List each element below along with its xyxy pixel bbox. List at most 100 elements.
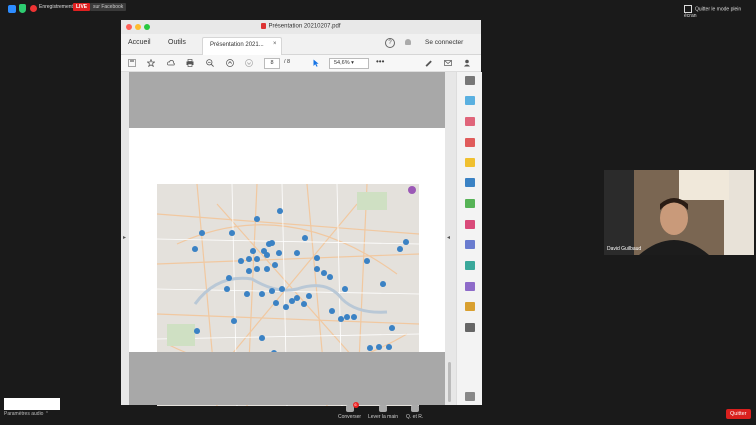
page-gray-band-top — [129, 72, 445, 128]
sign-in-button[interactable]: Se connecter — [425, 39, 463, 46]
create-pdf-icon[interactable] — [465, 117, 475, 126]
page-gray-band-bottom — [129, 352, 445, 405]
audio-settings-label[interactable]: Paramètres audio ⌃ — [4, 411, 49, 417]
map-pin-icon — [244, 291, 250, 297]
security-shield-icon[interactable] — [19, 4, 26, 13]
collapse-left-panel-icon[interactable]: ▸ — [123, 234, 126, 241]
zoom-info-icon[interactable] — [8, 5, 16, 13]
map-pin-icon — [321, 270, 327, 276]
sign-icon[interactable] — [425, 59, 433, 67]
bookmark-star-icon[interactable] — [147, 59, 155, 67]
edit-pdf-icon[interactable] — [465, 138, 475, 147]
map-pin-icon — [273, 300, 279, 306]
map-pin-icon — [264, 252, 270, 258]
map-pin-icon — [367, 345, 373, 351]
raise-hand-button[interactable]: Lever la main — [368, 405, 398, 420]
quit-button[interactable]: Quitter — [726, 409, 751, 419]
help-icon[interactable]: ? — [385, 38, 395, 48]
protect-icon[interactable] — [465, 240, 475, 249]
export-pdf-icon[interactable] — [465, 96, 475, 105]
collapse-right-panel-icon[interactable]: ◂ — [447, 234, 450, 241]
map-pin-icon — [250, 248, 256, 254]
map-pin-icon — [338, 316, 344, 322]
map-pin-icon — [386, 344, 392, 350]
zoom-out-icon[interactable] — [206, 59, 214, 67]
window-title: Présentation 20210207.pdf — [121, 23, 481, 30]
live-badge[interactable]: LIVE — [73, 3, 91, 11]
zoom-top-bar: Enregistrement LIVE sur Facebook Quitter… — [0, 0, 756, 21]
qa-icon — [410, 405, 419, 412]
comment-icon[interactable] — [465, 158, 475, 167]
map-pin-icon — [314, 255, 320, 261]
document-area[interactable]: ▸ ◂ — [121, 72, 456, 406]
map-pin-icon — [272, 262, 278, 268]
map-pin-icon — [231, 318, 237, 324]
map-pin-icon — [380, 281, 386, 287]
tab-document[interactable]: Présentation 2021... × — [202, 37, 282, 55]
recording-label[interactable]: Enregistrement — [39, 4, 73, 10]
chat-label: Converser — [338, 414, 362, 420]
map-pin-icon — [226, 275, 232, 281]
map-pin-icon — [192, 246, 198, 252]
tab-tools[interactable]: Outils — [168, 39, 186, 46]
fill-sign-icon[interactable] — [465, 220, 475, 229]
tab-bar: Accueil Outils Présentation 2021... × ? … — [121, 34, 481, 55]
pdf-file-icon — [261, 23, 267, 29]
webcam-person-image — [604, 170, 754, 255]
organize-pages-icon[interactable] — [465, 199, 475, 208]
map-pin-icon — [224, 286, 230, 292]
more-tools-wrench-icon[interactable] — [465, 323, 475, 332]
more-tools-icon[interactable]: ••• — [376, 57, 384, 66]
map-pin-icon — [351, 314, 357, 320]
window-title-text: Présentation 20210207.pdf — [268, 23, 341, 30]
send-for-comments-icon[interactable] — [465, 302, 475, 311]
collapse-panel-icon[interactable] — [465, 392, 475, 401]
map-pin-icon — [301, 301, 307, 307]
chat-badge: 6 — [352, 402, 359, 408]
map-pin-icon — [277, 208, 283, 214]
chat-icon: 6 — [345, 402, 359, 412]
self-view-controls[interactable] — [4, 398, 60, 410]
select-cursor-icon[interactable] — [312, 59, 320, 67]
save-icon[interactable] — [128, 59, 136, 67]
page-number-input[interactable]: 8 — [264, 58, 280, 69]
email-icon[interactable] — [444, 59, 452, 67]
previous-page-icon[interactable] — [226, 59, 234, 67]
tab-home[interactable]: Accueil — [128, 39, 151, 46]
map-pin-icon — [403, 239, 409, 245]
recording-icon — [30, 5, 37, 12]
add-user-icon[interactable] — [464, 59, 472, 67]
right-tools-panel — [456, 72, 482, 405]
map-pin-icon — [246, 268, 252, 274]
acrobat-window: Présentation 20210207.pdf Accueil Outils… — [121, 20, 482, 406]
print-icon[interactable] — [186, 59, 194, 67]
close-tab-icon[interactable]: × — [273, 41, 277, 47]
map-pin-icon — [246, 256, 252, 262]
exit-fullscreen-button[interactable]: Quitter le mode plein écran — [680, 3, 756, 21]
facebook-label: sur Facebook — [90, 3, 127, 11]
chat-button[interactable]: 6 Converser — [338, 402, 362, 420]
notification-bell-icon[interactable] — [405, 39, 411, 45]
search-tool-icon[interactable] — [465, 76, 475, 85]
redact-icon[interactable] — [465, 282, 475, 291]
toolbar: 8 / 8 54,6% ▾ ••• — [121, 55, 481, 72]
map-pin-icon — [259, 335, 265, 341]
qa-label: Q. et R. — [406, 414, 424, 420]
optimize-pdf-icon[interactable] — [465, 261, 475, 270]
map-pin-icon — [329, 308, 335, 314]
qa-button[interactable]: Q. et R. — [406, 405, 423, 420]
zoom-level-select[interactable]: 54,6% ▾ — [329, 58, 369, 69]
next-page-icon[interactable] — [245, 59, 253, 67]
page-content — [129, 128, 445, 406]
vertical-scrollbar[interactable] — [448, 362, 451, 402]
map-pin-icon — [199, 230, 205, 236]
title-bar: Présentation 20210207.pdf — [121, 20, 481, 34]
zoom-level-value: 54,6% — [334, 60, 350, 66]
map-pin-icon — [302, 235, 308, 241]
audio-settings-text: Paramètres audio — [4, 411, 44, 417]
cloud-upload-icon[interactable] — [167, 59, 175, 67]
map-pin-icon — [283, 304, 289, 310]
webcam-video[interactable]: David Guilbaud — [604, 170, 754, 255]
page-total: / 8 — [284, 59, 291, 65]
combine-files-icon[interactable] — [465, 178, 475, 187]
